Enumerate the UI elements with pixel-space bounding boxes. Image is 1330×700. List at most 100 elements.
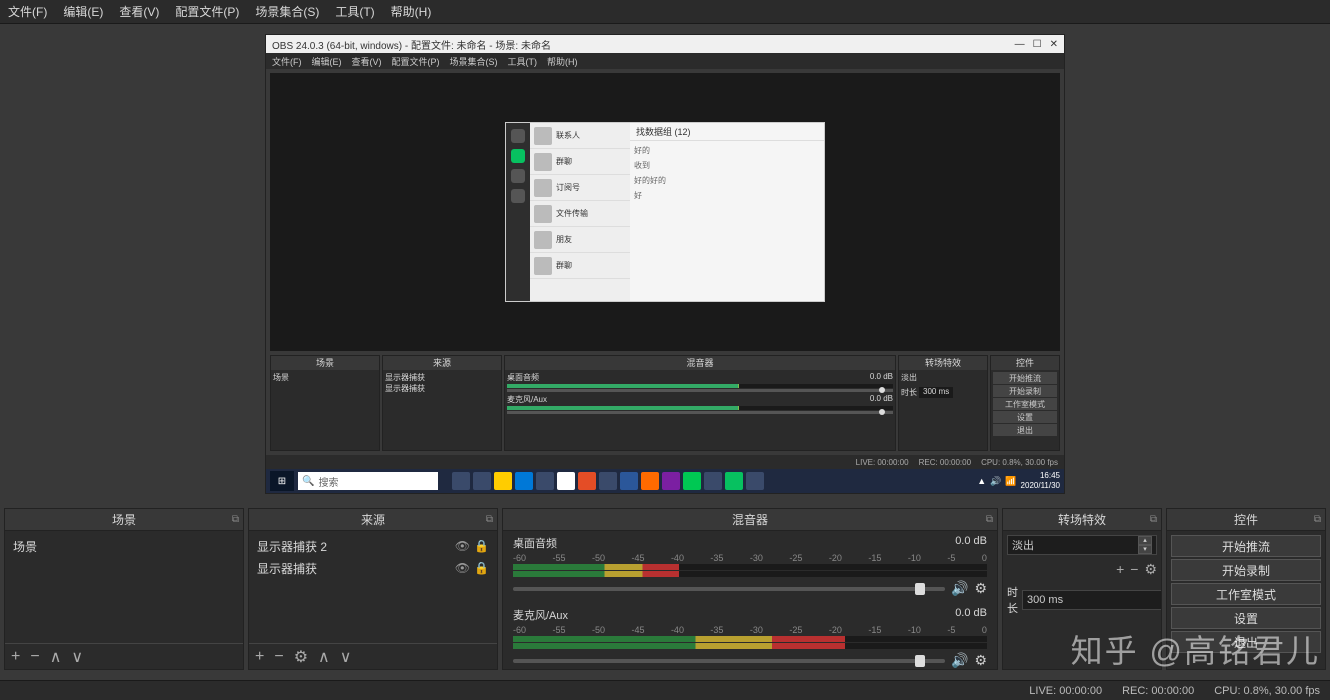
menu-edit[interactable]: 编辑(E): [63, 3, 103, 20]
sources-toolbar: + − ⚙ ∧ ∨: [249, 643, 497, 669]
undock-icon[interactable]: ⧉: [232, 514, 239, 525]
source-item[interactable]: 显示器捕获 2 👁 🔒: [253, 535, 493, 557]
menu-tools[interactable]: 工具(T): [335, 3, 374, 20]
scene-item[interactable]: 场景: [9, 535, 239, 557]
spin-down-icon[interactable]: ▾: [1138, 545, 1152, 554]
transitions-title: 转场特效: [1058, 511, 1106, 528]
undock-icon[interactable]: ⧉: [1314, 514, 1321, 525]
mixer-channel-name: 桌面音频: [513, 535, 557, 551]
nested-menu-edit: 编辑(E): [312, 55, 342, 68]
undock-icon[interactable]: ⧉: [1150, 514, 1157, 525]
tray-date: 2020/11/30: [1021, 481, 1060, 491]
chat-header: 找数据组 (12): [630, 123, 824, 141]
nested-status-rec: REC: 00:00:00: [919, 458, 971, 467]
transition-select[interactable]: 淡出 ▴▾: [1007, 535, 1157, 555]
nested-sources-header: 来源: [383, 356, 501, 370]
lock-toggle-icon[interactable]: 🔒: [474, 539, 489, 553]
nested-source-item: 显示器捕获: [385, 372, 499, 383]
taskbar-search: 🔍搜索: [298, 472, 438, 490]
visibility-toggle-icon[interactable]: 👁: [455, 561, 470, 575]
source-name: 显示器捕获 2: [257, 538, 327, 555]
undock-icon[interactable]: ⧉: [486, 514, 493, 525]
source-item[interactable]: 显示器捕获 👁 🔒: [253, 557, 493, 579]
chat-avatar-icon: [511, 129, 525, 143]
volume-slider[interactable]: [513, 659, 945, 663]
nested-taskbar: ⊞ 🔍搜索 ▲🔊📶 16:452020/11/30: [266, 469, 1064, 493]
mute-button-icon[interactable]: 🔊: [951, 580, 968, 597]
sources-list[interactable]: 显示器捕获 2 👁 🔒 显示器捕获 👁 🔒: [249, 531, 497, 643]
nested-menu-file: 文件(F): [272, 55, 302, 68]
chat-main: 找数据组 (12) 好的 收到 好的好的 好: [630, 123, 824, 301]
menu-help[interactable]: 帮助(H): [391, 3, 432, 20]
visibility-toggle-icon[interactable]: 👁: [455, 539, 470, 553]
remove-scene-button[interactable]: −: [30, 648, 39, 666]
menu-file[interactable]: 文件(F): [8, 3, 47, 20]
main-menubar: 文件(F) 编辑(E) 查看(V) 配置文件(P) 场景集合(S) 工具(T) …: [0, 0, 1330, 24]
scenes-header: 场景 ⧉: [5, 509, 243, 531]
menu-profile[interactable]: 配置文件(P): [175, 3, 239, 20]
mixer-panel: 混音器 ⧉ 桌面音频 0.0 dB -60-55-50-45-40-35-30-…: [502, 508, 998, 670]
scenes-toolbar: + − ∧ ∨: [5, 643, 243, 669]
undock-icon[interactable]: ⧉: [986, 514, 993, 525]
studio-mode-button[interactable]: 工作室模式: [1171, 583, 1321, 605]
exit-button[interactable]: 退出: [1171, 631, 1321, 653]
add-scene-button[interactable]: +: [11, 648, 20, 666]
duration-input[interactable]: [1022, 590, 1161, 610]
channel-settings-icon[interactable]: ⚙: [974, 652, 987, 669]
controls-header: 控件 ⧉: [1167, 509, 1325, 531]
controls-body: 开始推流 开始录制 工作室模式 设置 退出: [1167, 531, 1325, 669]
controls-panel: 控件 ⧉ 开始推流 开始录制 工作室模式 设置 退出: [1166, 508, 1326, 670]
scenes-list[interactable]: 场景: [5, 531, 243, 643]
source-name: 显示器捕获: [257, 560, 317, 577]
nested-menubar: 文件(F) 编辑(E) 查看(V) 配置文件(P) 场景集合(S) 工具(T) …: [266, 53, 1064, 69]
add-source-button[interactable]: +: [255, 648, 264, 666]
audio-meter: [513, 636, 987, 642]
nested-menu-help: 帮助(H): [547, 55, 578, 68]
preview-canvas[interactable]: OBS 24.0.3 (64-bit, windows) - 配置文件: 未命名…: [265, 34, 1065, 494]
mute-button-icon[interactable]: 🔊: [951, 652, 968, 669]
nested-source-item: 显示器捕获: [385, 383, 499, 394]
menu-scene-collection[interactable]: 场景集合(S): [255, 3, 319, 20]
source-properties-button[interactable]: ⚙: [294, 647, 308, 667]
move-scene-up-button[interactable]: ∧: [50, 647, 62, 667]
move-source-up-button[interactable]: ∧: [318, 647, 330, 667]
start-streaming-button[interactable]: 开始推流: [1171, 535, 1321, 557]
start-recording-button[interactable]: 开始录制: [1171, 559, 1321, 581]
duration-label: 时长: [1007, 584, 1018, 616]
add-transition-button[interactable]: +: [1116, 561, 1124, 578]
sources-header: 来源 ⧉: [249, 509, 497, 531]
sources-panel: 来源 ⧉ 显示器捕获 2 👁 🔒 显示器捕获 👁 🔒 + − ⚙ ∧ ∨: [248, 508, 498, 670]
volume-slider[interactable]: [513, 587, 945, 591]
menu-view[interactable]: 查看(V): [119, 3, 159, 20]
transition-properties-button[interactable]: ⚙: [1144, 561, 1157, 578]
chat-tab-icon: [511, 169, 525, 183]
nested-statusbar: LIVE: 00:00:00 REC: 00:00:00 CPU: 0.8%, …: [266, 455, 1064, 469]
remove-transition-button[interactable]: −: [1130, 561, 1138, 578]
meter-scale: -60-55-50-45-40-35-30-25-20-15-10-50: [513, 625, 987, 635]
status-cpu: CPU: 0.8%, 30.00 fps: [1214, 685, 1320, 697]
statusbar: LIVE: 00:00:00 REC: 00:00:00 CPU: 0.8%, …: [0, 680, 1330, 700]
nested-trans-header: 转场特效: [899, 356, 987, 370]
nested-panels: 场景场景 来源显示器捕获显示器捕获 混音器 桌面音频0.0 dB 麦克风/Aux…: [266, 355, 1064, 455]
mixer-channel-desktop: 桌面音频 0.0 dB -60-55-50-45-40-35-30-25-20-…: [507, 535, 993, 597]
taskbar-tray: ▲🔊📶 16:452020/11/30: [977, 471, 1060, 491]
spin-up-icon[interactable]: ▴: [1138, 536, 1152, 545]
controls-title: 控件: [1234, 511, 1258, 528]
nested-trans-fade: 淡出: [901, 372, 985, 383]
chat-sidebar: [506, 123, 530, 301]
transitions-header: 转场特效 ⧉: [1003, 509, 1161, 531]
lock-toggle-icon[interactable]: 🔒: [474, 561, 489, 575]
audio-meter: [513, 564, 987, 570]
status-live: LIVE: 00:00:00: [1029, 685, 1102, 697]
nested-ctrl-record: 开始录制: [993, 385, 1057, 397]
audio-meter: [513, 643, 987, 649]
settings-button[interactable]: 设置: [1171, 607, 1321, 629]
nested-menu-profile: 配置文件(P): [392, 55, 440, 68]
remove-source-button[interactable]: −: [274, 648, 283, 666]
nested-scenes-header: 场景: [271, 356, 379, 370]
nested-menu-scenes: 场景集合(S): [450, 55, 498, 68]
channel-settings-icon[interactable]: ⚙: [974, 580, 987, 597]
nested-obs-window: OBS 24.0.3 (64-bit, windows) - 配置文件: 未命名…: [266, 35, 1064, 493]
move-source-down-button[interactable]: ∨: [340, 647, 352, 667]
move-scene-down-button[interactable]: ∨: [71, 647, 83, 667]
